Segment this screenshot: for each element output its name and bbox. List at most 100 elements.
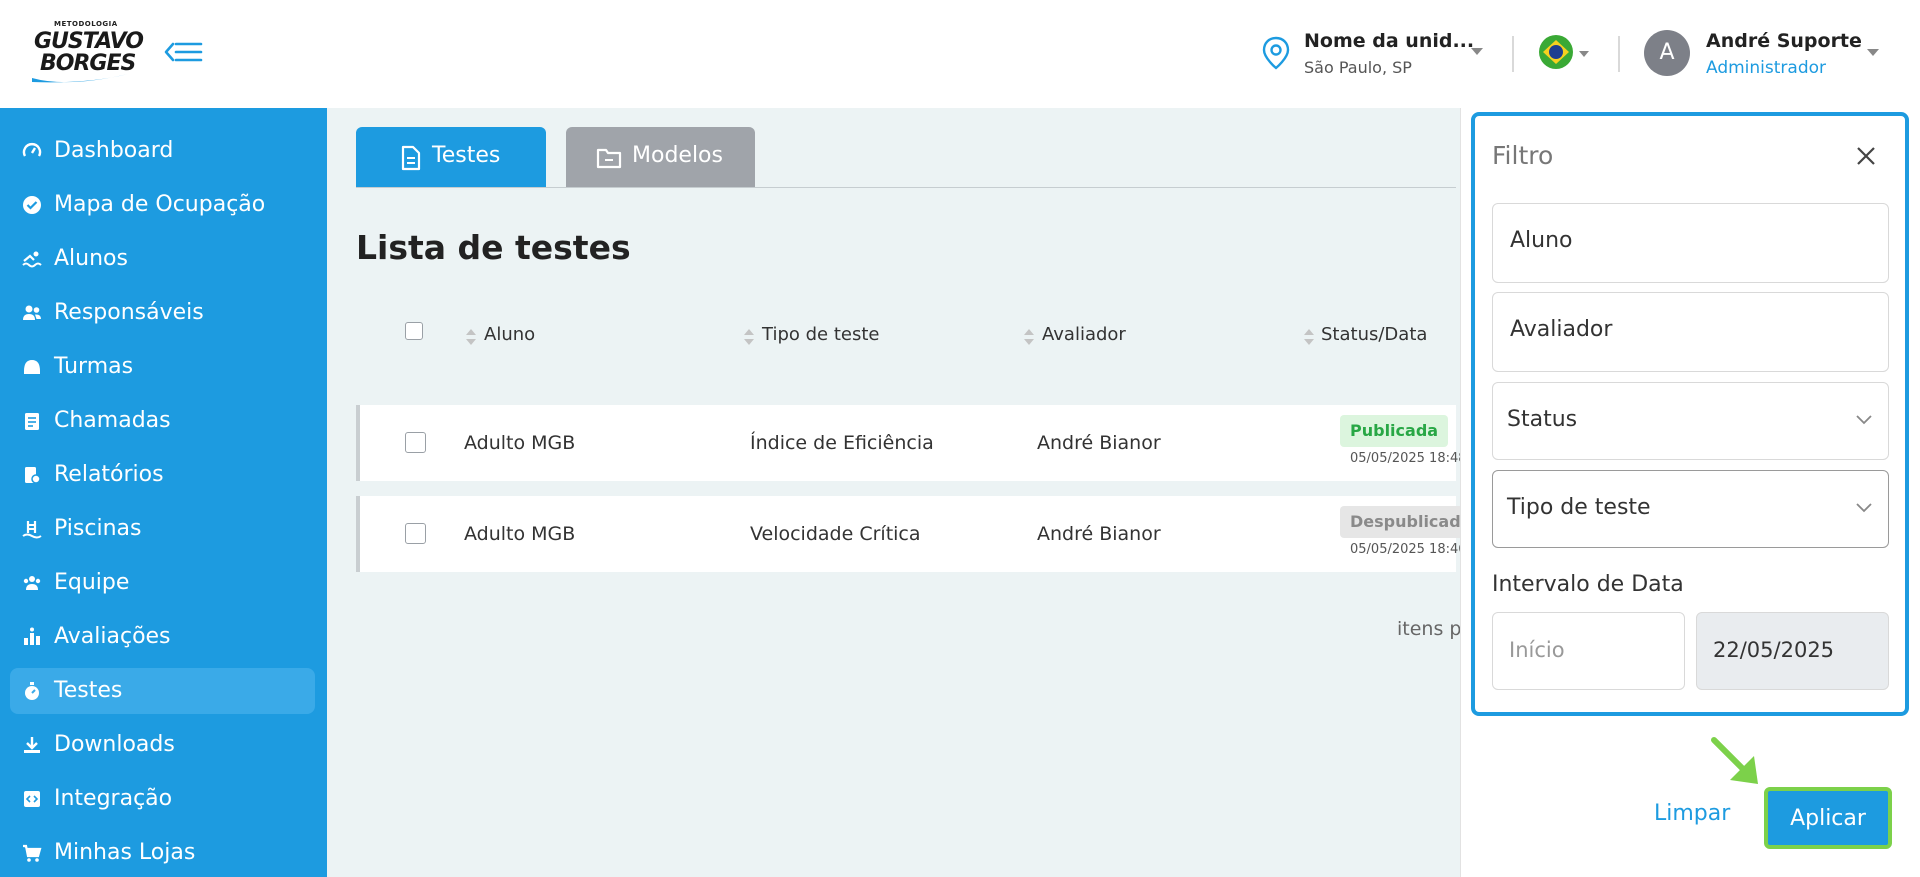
sidebar-item-label: Relatórios — [54, 462, 164, 487]
column-header-aluno[interactable]: Aluno — [484, 324, 535, 345]
select-all-checkbox[interactable] — [405, 322, 423, 340]
sort-icon[interactable] — [1303, 328, 1315, 346]
avaliador-placeholder: Avaliador — [1510, 317, 1613, 342]
date-end-input[interactable]: 22/05/2025 — [1696, 612, 1889, 690]
cell-avaliador: André Bianor — [1037, 432, 1161, 454]
gustavo-borges-logo[interactable]: METODOLOGIA GUSTAVO BORGES — [28, 20, 144, 88]
check-circle-icon — [23, 196, 41, 214]
status-select[interactable]: Status — [1492, 382, 1889, 460]
column-header-status[interactable]: Status/Data — [1321, 324, 1427, 345]
user-name: André Suporte — [1706, 30, 1862, 52]
unit-name: Nome da unid... — [1304, 30, 1475, 52]
sidebar-item-label: Dashboard — [54, 138, 174, 163]
chevron-down-icon — [1856, 415, 1872, 425]
apply-button[interactable]: Aplicar — [1764, 787, 1892, 849]
cell-tipo: Velocidade Crítica — [750, 523, 921, 545]
sort-icon[interactable] — [1023, 328, 1035, 346]
user-menu[interactable]: A André Suporte Administrador — [1644, 28, 1894, 84]
header-divider — [1512, 36, 1514, 72]
sidebar-item-label: Minhas Lojas — [54, 840, 196, 865]
pool-ladder-icon — [22, 521, 42, 539]
users-icon — [23, 305, 41, 320]
table-row[interactable]: Adulto MGB Velocidade Crítica André Bian… — [356, 496, 1482, 572]
tipo-teste-select[interactable]: Tipo de teste — [1492, 470, 1889, 548]
avaliador-input[interactable]: Avaliador — [1492, 292, 1889, 372]
gauge-icon — [22, 143, 42, 157]
apply-button-label: Aplicar — [1790, 806, 1866, 831]
tab-label: Modelos — [632, 143, 723, 168]
tipo-select-value: Tipo de teste — [1507, 495, 1651, 520]
sidebar-item-label: Equipe — [54, 570, 130, 595]
unit-city: São Paulo, SP — [1304, 58, 1412, 77]
page-title: Lista de testes — [356, 228, 631, 267]
sidebar-item-label: Integração — [54, 786, 173, 811]
sidebar-item-dashboard[interactable]: Dashboard — [10, 128, 315, 174]
sidebar-item-turmas[interactable]: Turmas — [10, 344, 315, 390]
brazil-flag-icon — [1539, 35, 1573, 69]
sidebar-item-label: Responsáveis — [54, 300, 204, 325]
sidebar-item-label: Mapa de Ocupação — [54, 192, 266, 217]
items-per-page-label: itens p — [1397, 618, 1462, 640]
swim-cap-icon — [24, 360, 40, 374]
pointer-arrow-icon — [1711, 737, 1758, 784]
clear-button[interactable]: Limpar — [1654, 801, 1730, 826]
sidebar-item-responsaveis[interactable]: Responsáveis — [10, 290, 315, 336]
close-icon[interactable] — [1854, 144, 1878, 168]
sidebar-item-avaliacoes[interactable]: Avaliações — [10, 614, 315, 660]
cell-aluno: Adulto MGB — [464, 432, 576, 454]
header-divider — [1618, 36, 1620, 72]
table-row[interactable]: Adulto MGB Índice de Eficiência André Bi… — [356, 405, 1467, 481]
logo-wave-icon — [32, 74, 128, 83]
sidebar-item-minhas-lojas[interactable]: Minhas Lojas — [10, 830, 315, 876]
tab-testes[interactable]: Testes — [356, 127, 546, 188]
chevron-down-icon — [1579, 51, 1589, 57]
sidebar-item-label: Piscinas — [54, 516, 142, 541]
document-icon — [401, 145, 421, 171]
status-select-value: Status — [1507, 407, 1578, 432]
sidebar-item-mapa-ocupacao[interactable]: Mapa de Ocupação — [10, 182, 315, 228]
tab-divider — [356, 187, 1456, 188]
menu-collapse-icon[interactable] — [164, 38, 204, 66]
sidebar-item-chamadas[interactable]: Chamadas — [10, 398, 315, 444]
sidebar-item-downloads[interactable]: Downloads — [10, 722, 315, 768]
sidebar-item-integracao[interactable]: Integração — [10, 776, 315, 822]
chart-icon — [24, 627, 40, 645]
avatar: A — [1644, 30, 1690, 76]
location-pin-icon — [1262, 36, 1290, 70]
unit-selector[interactable]: Nome da unid... São Paulo, SP — [1262, 26, 1502, 82]
sort-icon[interactable] — [465, 328, 477, 346]
stopwatch-icon — [25, 682, 39, 700]
swimmer-icon — [22, 251, 42, 268]
row-checkbox[interactable] — [405, 432, 426, 453]
report-icon — [25, 467, 41, 484]
clipboard-icon — [25, 413, 39, 430]
sidebar-item-piscinas[interactable]: Piscinas — [10, 506, 315, 552]
row-checkbox[interactable] — [405, 523, 426, 544]
date-end-value: 22/05/2025 — [1713, 638, 1835, 662]
cart-icon — [23, 844, 42, 862]
sidebar-item-alunos[interactable]: Alunos — [10, 236, 315, 282]
sidebar: Dashboard Mapa de Ocupação Alunos Respon… — [0, 108, 327, 877]
download-icon — [24, 737, 40, 753]
cell-date: 05/05/2025 18:48 — [1350, 451, 1467, 466]
sidebar-item-relatorios[interactable]: Relatórios — [10, 452, 315, 498]
logo-tagline: METODOLOGIA — [54, 20, 118, 28]
tab-modelos[interactable]: Modelos — [566, 127, 755, 188]
cell-tipo: Índice de Eficiência — [750, 432, 934, 454]
aluno-input[interactable]: Aluno — [1492, 203, 1889, 283]
top-header: METODOLOGIA GUSTAVO BORGES Nome da unid.… — [0, 0, 1920, 108]
date-start-input[interactable]: Início — [1492, 612, 1685, 690]
cell-avaliador: André Bianor — [1037, 523, 1161, 545]
sidebar-item-label: Turmas — [54, 354, 134, 379]
chevron-down-icon — [1471, 48, 1483, 55]
date-start-placeholder: Início — [1509, 638, 1565, 662]
sidebar-item-label: Avaliações — [54, 624, 171, 649]
column-header-avaliador[interactable]: Avaliador — [1042, 324, 1126, 345]
column-header-tipo[interactable]: Tipo de teste — [762, 324, 879, 345]
language-selector[interactable] — [1538, 34, 1594, 72]
sidebar-item-testes[interactable]: Testes — [10, 668, 315, 714]
sort-icon[interactable] — [743, 328, 755, 346]
sidebar-item-label: Testes — [54, 678, 123, 703]
sidebar-item-equipe[interactable]: Equipe — [10, 560, 315, 606]
user-role: Administrador — [1706, 58, 1827, 78]
